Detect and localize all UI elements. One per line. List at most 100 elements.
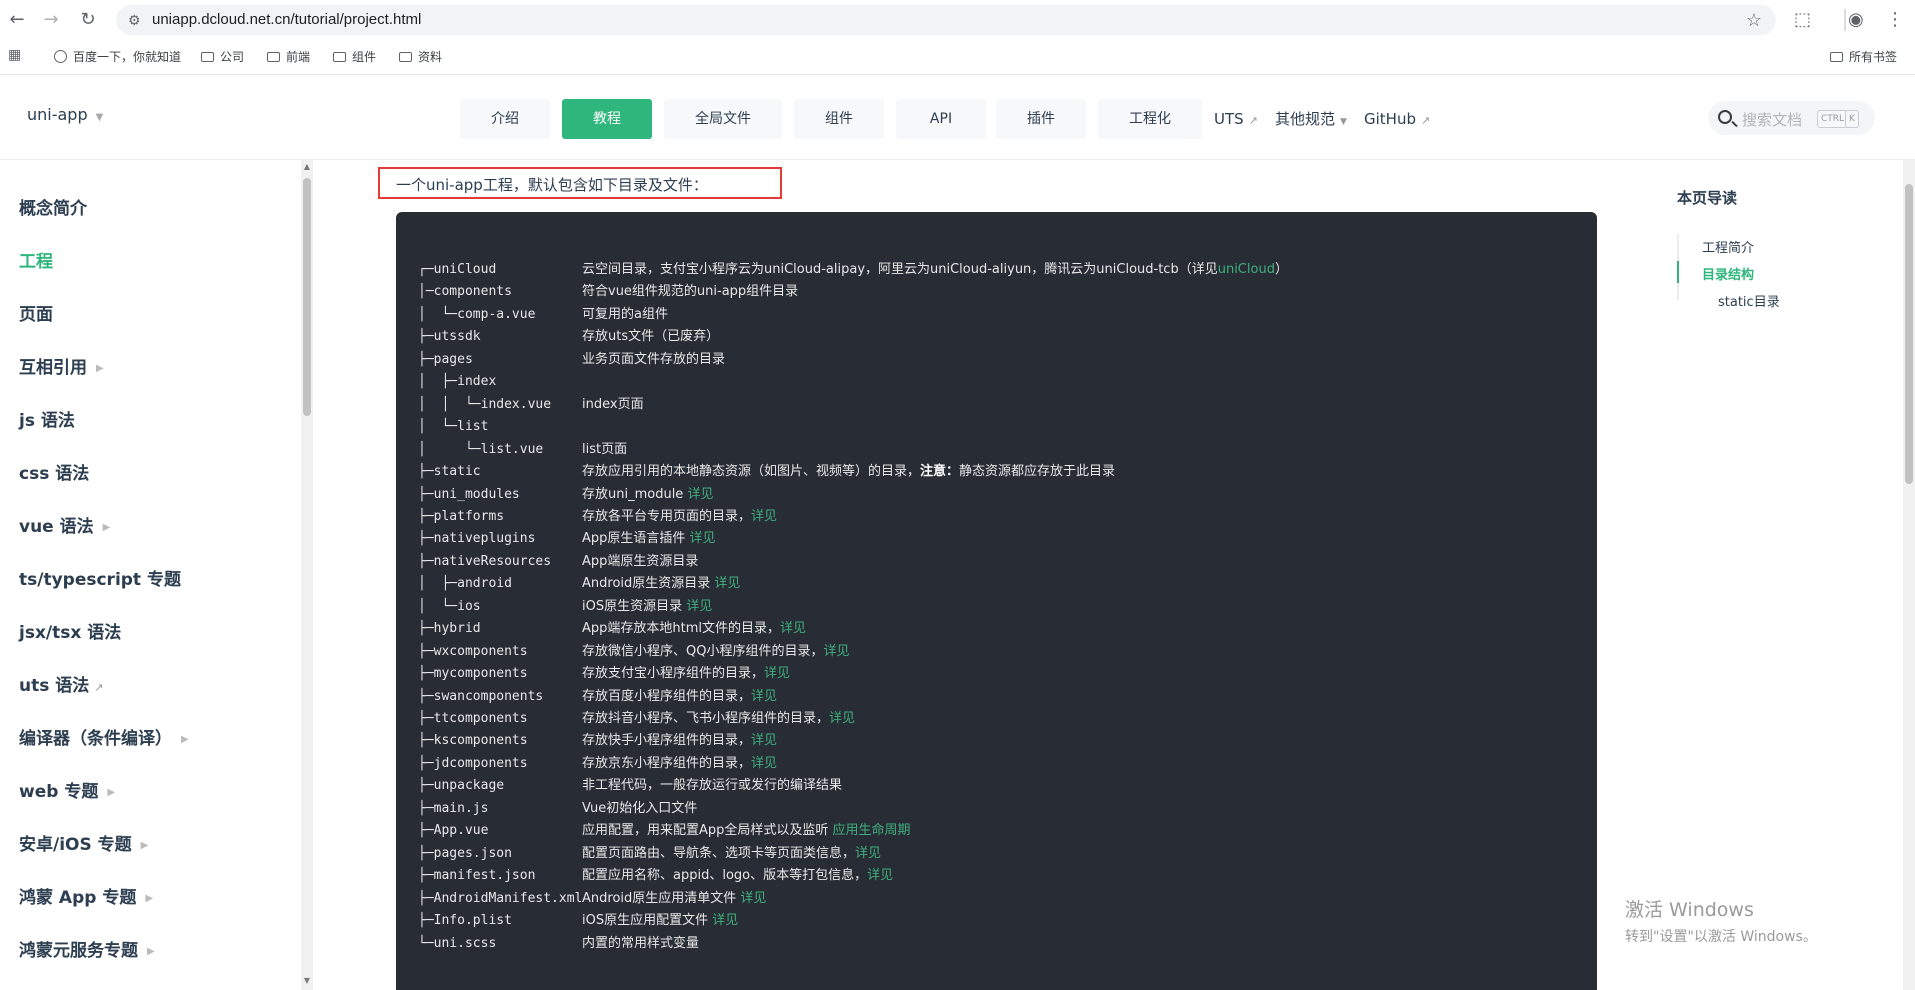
bookmark-folder-components[interactable]: 组件 [333, 48, 376, 66]
forward-icon[interactable]: → [39, 8, 63, 32]
tree-link[interactable]: 详见 [712, 913, 738, 928]
folder-icon [399, 52, 412, 62]
tree-link[interactable]: 详见 [751, 733, 777, 748]
bookmark-baidu[interactable]: 百度一下，你就知道 [54, 48, 181, 66]
address-bar[interactable]: ⚙ uniapp.dcloud.net.cn/tutorial/project.… [116, 5, 1776, 35]
nav-tutorial[interactable]: 教程 [562, 99, 652, 139]
search-placeholder: 搜索文档 [1742, 111, 1803, 129]
sidebar-item-css[interactable]: css 语法 [19, 459, 89, 484]
sidebar-item-project[interactable]: 工程 [19, 247, 53, 272]
extensions-icon[interactable]: ⬚ [1794, 8, 1811, 32]
sidebar-item-pages[interactable]: 页面 [19, 300, 53, 325]
code-row: ├─jdcomponents 存放京东小程序组件的目录，详见 [418, 753, 777, 775]
tree-link[interactable]: 详见 [690, 531, 716, 546]
toc-title: 本页导读 [1677, 189, 1738, 207]
sidebar-scrollbar-thumb[interactable] [303, 178, 311, 416]
tree-link[interactable]: 详见 [714, 576, 740, 591]
sidebar-item-compiler[interactable]: 编译器（条件编译） ▶ [19, 724, 189, 749]
all-bookmarks[interactable]: 所有书签 [1830, 48, 1897, 66]
brand-selector[interactable]: uni-app ▼ [27, 105, 103, 124]
tree-link[interactable]: 详见 [751, 689, 777, 704]
sidebar-item-jsx[interactable]: jsx/tsx 语法 [19, 618, 121, 643]
sidebar-item-typescript[interactable]: ts/typescript 专题 [19, 565, 181, 590]
nav-uts[interactable]: UTS ↗ [1214, 99, 1258, 139]
tree-link[interactable]: 应用生命周期 [833, 823, 911, 838]
sidebar-item-concept[interactable]: 概念简介 [19, 194, 87, 219]
nav-github[interactable]: GitHub ↗ [1364, 99, 1430, 139]
search-icon [1718, 110, 1732, 124]
tree-desc: 内置的常用样式变量 [582, 935, 700, 951]
page-scrollbar-thumb[interactable] [1905, 184, 1913, 484]
tree-link[interactable]: 详见 [751, 509, 777, 524]
tree-path: │ ├─android [418, 576, 512, 592]
tree-path: └─uni.scss [418, 935, 497, 951]
reload-icon[interactable]: ↻ [76, 8, 100, 32]
tree-link[interactable]: 详见 [751, 756, 777, 771]
code-row: ├─pages 业务页面文件存放的目录 [418, 349, 725, 371]
sidebar-item-harmony-app[interactable]: 鸿蒙 App 专题 ▶ [19, 883, 153, 908]
sidebar-item-vue[interactable]: vue 语法 ▶ [19, 512, 110, 537]
code-row: ├─utssdk 存放uts文件（已废弃） [418, 326, 719, 348]
nav-components[interactable]: 组件 [794, 99, 884, 139]
chevron-right-icon: ▶ [107, 787, 116, 798]
tree-desc: 存放各平台专用页面的目录， [582, 508, 752, 524]
tree-path: ├─uni_modules [418, 486, 520, 502]
scroll-down-icon[interactable]: ▼ [301, 976, 313, 985]
tree-link[interactable]: 详见 [764, 666, 790, 681]
bookmark-folder-company[interactable]: 公司 [201, 48, 244, 66]
nav-plugins[interactable]: 插件 [996, 99, 1086, 139]
sidebar-item-references[interactable]: 互相引用 ▶ [19, 353, 104, 378]
sidebar-item-uts[interactable]: uts 语法 ↗ [19, 671, 104, 696]
search-box[interactable]: 搜索文档 CTRL K [1708, 101, 1875, 135]
profile-icon[interactable]: ◉ [1848, 8, 1864, 32]
toc-item-project-intro[interactable]: 工程简介 [1702, 237, 1754, 256]
tree-link[interactable]: 详见 [855, 846, 881, 861]
tree-path: ├─App.vue [418, 823, 489, 839]
nav-intro[interactable]: 介绍 [460, 99, 550, 139]
bookmark-folder-frontend[interactable]: 前端 [267, 48, 310, 66]
code-row: ├─Info.plist iOS原生应用配置文件 详见 [418, 910, 738, 932]
chevron-right-icon: ▶ [181, 734, 189, 745]
bookmark-folder-resources[interactable]: 资料 [399, 48, 442, 66]
sidebar-item-harmony-service[interactable]: 鸿蒙元服务专题 ▶ [19, 936, 155, 961]
sidebar-item-android-ios[interactable]: 安卓/iOS 专题 ▶ [19, 830, 148, 855]
code-row: ├─hybrid App端存放本地html文件的目录，详见 [418, 618, 806, 640]
sidebar-scrollbar[interactable]: ▲ ▼ [301, 160, 313, 990]
tree-path: │ ├─index [418, 374, 497, 390]
bookmark-star-icon[interactable]: ☆ [1746, 5, 1762, 35]
tree-desc: 存放支付宝小程序组件的目录， [582, 666, 765, 682]
nav-api[interactable]: API [896, 99, 986, 139]
tree-desc: iOS原生应用配置文件 [582, 913, 713, 929]
sidebar-item-web[interactable]: web 专题 ▶ [19, 777, 115, 802]
tree-desc: 配置页面路由、导航条、选项卡等页面类信息， [582, 845, 856, 861]
tree-note: 注意： [920, 464, 960, 480]
tree-link[interactable]: 详见 [740, 891, 766, 906]
code-row: │ └─ios iOS原生资源目录 详见 [418, 596, 712, 618]
tree-link[interactable]: 详见 [829, 711, 855, 726]
external-link-icon: ↗ [94, 681, 104, 694]
tree-path: │─components [418, 284, 512, 300]
tree-link[interactable]: 详见 [687, 487, 713, 502]
menu-icon[interactable]: ⋮ [1886, 8, 1904, 32]
toc-indicator-line [1677, 234, 1679, 300]
nav-global-files[interactable]: 全局文件 [664, 99, 782, 139]
nav-engineering[interactable]: 工程化 [1098, 99, 1202, 139]
toc-item-static[interactable]: static目录 [1718, 291, 1780, 310]
scroll-up-icon[interactable]: ▲ [301, 162, 313, 171]
sidebar-item-js[interactable]: js 语法 [19, 406, 75, 431]
toc-item-directory[interactable]: 目录结构 [1702, 264, 1754, 283]
tree-link[interactable]: 详见 [823, 644, 849, 659]
code-row: ├─unpackage 非工程代码，一般存放运行或发行的编译结果 [418, 775, 842, 797]
page-scrollbar[interactable] [1903, 160, 1915, 990]
tree-link[interactable]: 详见 [780, 621, 806, 636]
apps-grid-icon[interactable]: ▦ [8, 46, 21, 64]
tree-link[interactable]: 详见 [867, 868, 893, 883]
tree-desc: 存放uts文件（已废弃） [582, 329, 720, 345]
tree-link[interactable]: uniCloud [1218, 262, 1275, 277]
tree-desc: list页面 [582, 441, 628, 457]
site-info-icon[interactable]: ⚙ [128, 5, 141, 35]
code-row: │ ├─android Android原生资源目录 详见 [418, 573, 740, 595]
back-icon[interactable]: ← [5, 8, 29, 32]
nav-other-specs[interactable]: 其他规范 ▼ [1275, 99, 1347, 139]
tree-link[interactable]: 详见 [686, 599, 712, 614]
